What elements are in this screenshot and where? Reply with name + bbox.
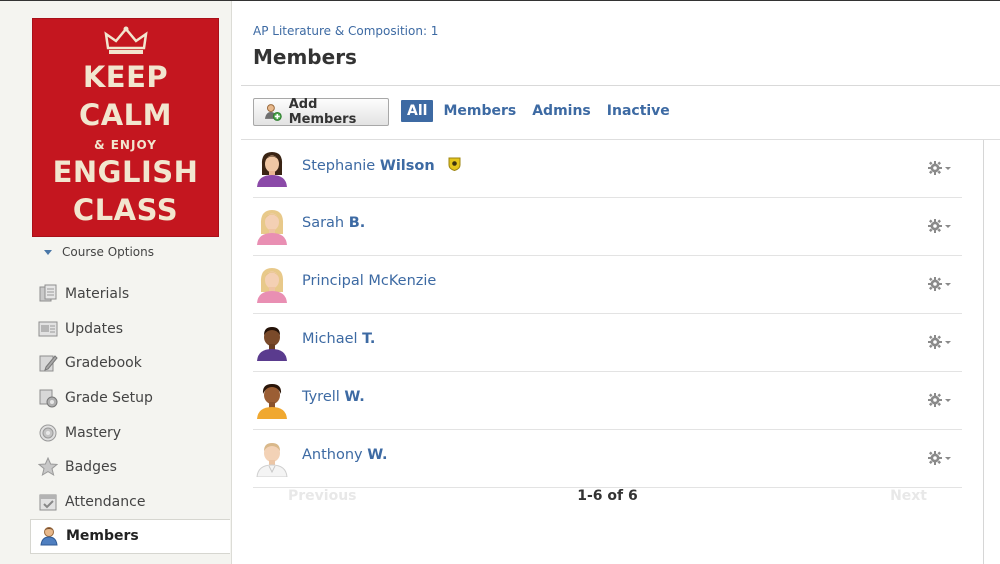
sidebar-item-label: Members xyxy=(66,528,139,545)
filter-all[interactable]: All xyxy=(401,100,434,122)
crown-icon xyxy=(104,26,148,54)
sidebar-item-label: Mastery xyxy=(65,424,122,441)
caret-down-icon xyxy=(44,249,52,255)
add-members-label: Add Members xyxy=(288,97,357,127)
sidebar-item-materials[interactable]: Materials xyxy=(30,277,231,312)
sidebar-item-label: Materials xyxy=(65,286,130,303)
member-last-name: T. xyxy=(362,331,376,347)
course-image-text: ENGLISH xyxy=(52,155,199,189)
member-last-name: B. xyxy=(348,215,366,231)
member-name-link[interactable]: Principal McKenzie xyxy=(302,273,436,289)
gear-dropdown-icon[interactable] xyxy=(928,450,954,466)
member-first-name: Stephanie xyxy=(302,158,376,174)
female-avatar-icon[interactable] xyxy=(254,207,290,245)
badges-icon xyxy=(38,457,58,477)
page-title: Members xyxy=(253,45,357,69)
course-image-text: & ENJOY xyxy=(94,138,157,152)
member-row: Sarah B. xyxy=(253,198,962,256)
sidebar-item-label: Grade Setup xyxy=(65,390,153,407)
male-avatar-icon[interactable] xyxy=(254,439,290,477)
course-options-label: Course Options xyxy=(62,245,155,259)
updates-icon xyxy=(38,321,58,337)
sidebar-item-mastery[interactable]: Mastery xyxy=(30,415,231,450)
sidebar-item-gradebook[interactable]: Gradebook xyxy=(30,346,231,381)
gear-dropdown-icon[interactable] xyxy=(928,218,954,234)
course-image-text: CLASS xyxy=(72,193,179,227)
filter-members[interactable]: Members xyxy=(443,103,516,119)
scroll-track xyxy=(983,140,984,564)
member-first-name: Michael xyxy=(302,331,358,347)
grade-setup-icon xyxy=(39,389,58,408)
attendance-icon xyxy=(39,494,57,511)
member-last-name: W. xyxy=(344,389,365,405)
male-avatar-icon[interactable] xyxy=(254,381,290,419)
gear-dropdown-icon[interactable] xyxy=(928,392,954,408)
gear-dropdown-icon[interactable] xyxy=(928,334,954,350)
sidebar-item-label: Gradebook xyxy=(65,355,142,372)
pagination: Previous 1-6 of 6 Next xyxy=(253,482,962,510)
materials-icon xyxy=(39,284,57,302)
sidebar-item-members[interactable]: Members xyxy=(30,519,230,554)
member-name-link[interactable]: Michael T. xyxy=(302,331,375,347)
members-icon xyxy=(40,527,58,546)
sidebar-item-badges[interactable]: Badges xyxy=(30,450,231,485)
add-members-button[interactable]: Add Members xyxy=(253,97,389,127)
gradebook-icon xyxy=(39,355,58,372)
divider xyxy=(241,85,1000,86)
filter-admins[interactable]: Admins xyxy=(532,103,591,119)
member-row: Tyrell W. xyxy=(253,372,962,430)
course-image-text: KEEP xyxy=(82,60,169,94)
member-name-link[interactable]: Anthony W. xyxy=(302,447,388,463)
gear-dropdown-icon[interactable] xyxy=(928,160,954,176)
member-row: Anthony W. xyxy=(253,430,962,488)
member-first-name: Tyrell xyxy=(302,389,340,405)
male-avatar-icon[interactable] xyxy=(254,323,290,361)
breadcrumb[interactable]: AP Literature & Composition: 1 xyxy=(253,24,438,38)
member-list: Stephanie Wilson Sarah B. Principal McKe… xyxy=(253,140,962,488)
course-options-toggle[interactable]: Course Options xyxy=(44,245,154,259)
member-filter-tabs: All Members Admins Inactive xyxy=(401,100,686,122)
filter-inactive[interactable]: Inactive xyxy=(607,103,670,119)
course-image-text: CALM xyxy=(78,98,173,132)
member-row: Stephanie Wilson xyxy=(253,140,962,198)
member-row: Michael T. xyxy=(253,314,962,372)
sidebar-item-attendance[interactable]: Attendance xyxy=(30,485,231,520)
admin-badge-icon xyxy=(448,157,461,171)
member-first-name: Principal McKenzie xyxy=(302,273,437,289)
member-last-name: Wilson xyxy=(379,158,435,174)
member-first-name: Sarah xyxy=(302,215,345,231)
sidebar-item-label: Attendance xyxy=(65,493,146,510)
course-image[interactable]: KEEP CALM & ENJOY ENGLISH CLASS xyxy=(32,18,219,237)
gear-dropdown-icon[interactable] xyxy=(928,276,954,292)
member-name-link[interactable]: Sarah B. xyxy=(302,215,365,231)
member-name-link[interactable]: Stephanie Wilson xyxy=(302,157,461,174)
female-avatar-icon[interactable] xyxy=(254,149,290,187)
member-name-link[interactable]: Tyrell W. xyxy=(302,389,365,405)
member-last-name: W. xyxy=(367,447,388,463)
sidebar: KEEP CALM & ENJOY ENGLISH CLASS Course O… xyxy=(0,1,232,564)
sidebar-item-label: Updates xyxy=(65,320,123,337)
add-user-icon xyxy=(264,104,282,121)
sidebar-item-updates[interactable]: Updates xyxy=(30,312,231,347)
female-avatar-icon[interactable] xyxy=(254,265,290,303)
sidebar-nav: Materials Updates Gradebook Grade Setup … xyxy=(30,277,231,554)
sidebar-item-grade-setup[interactable]: Grade Setup xyxy=(30,381,231,416)
sidebar-item-label: Badges xyxy=(65,459,117,476)
page-count: 1-6 of 6 xyxy=(577,488,638,504)
member-row: Principal McKenzie xyxy=(253,256,962,314)
next-page-button[interactable]: Next xyxy=(890,488,927,504)
mastery-icon xyxy=(39,424,57,442)
member-first-name: Anthony xyxy=(302,447,363,463)
